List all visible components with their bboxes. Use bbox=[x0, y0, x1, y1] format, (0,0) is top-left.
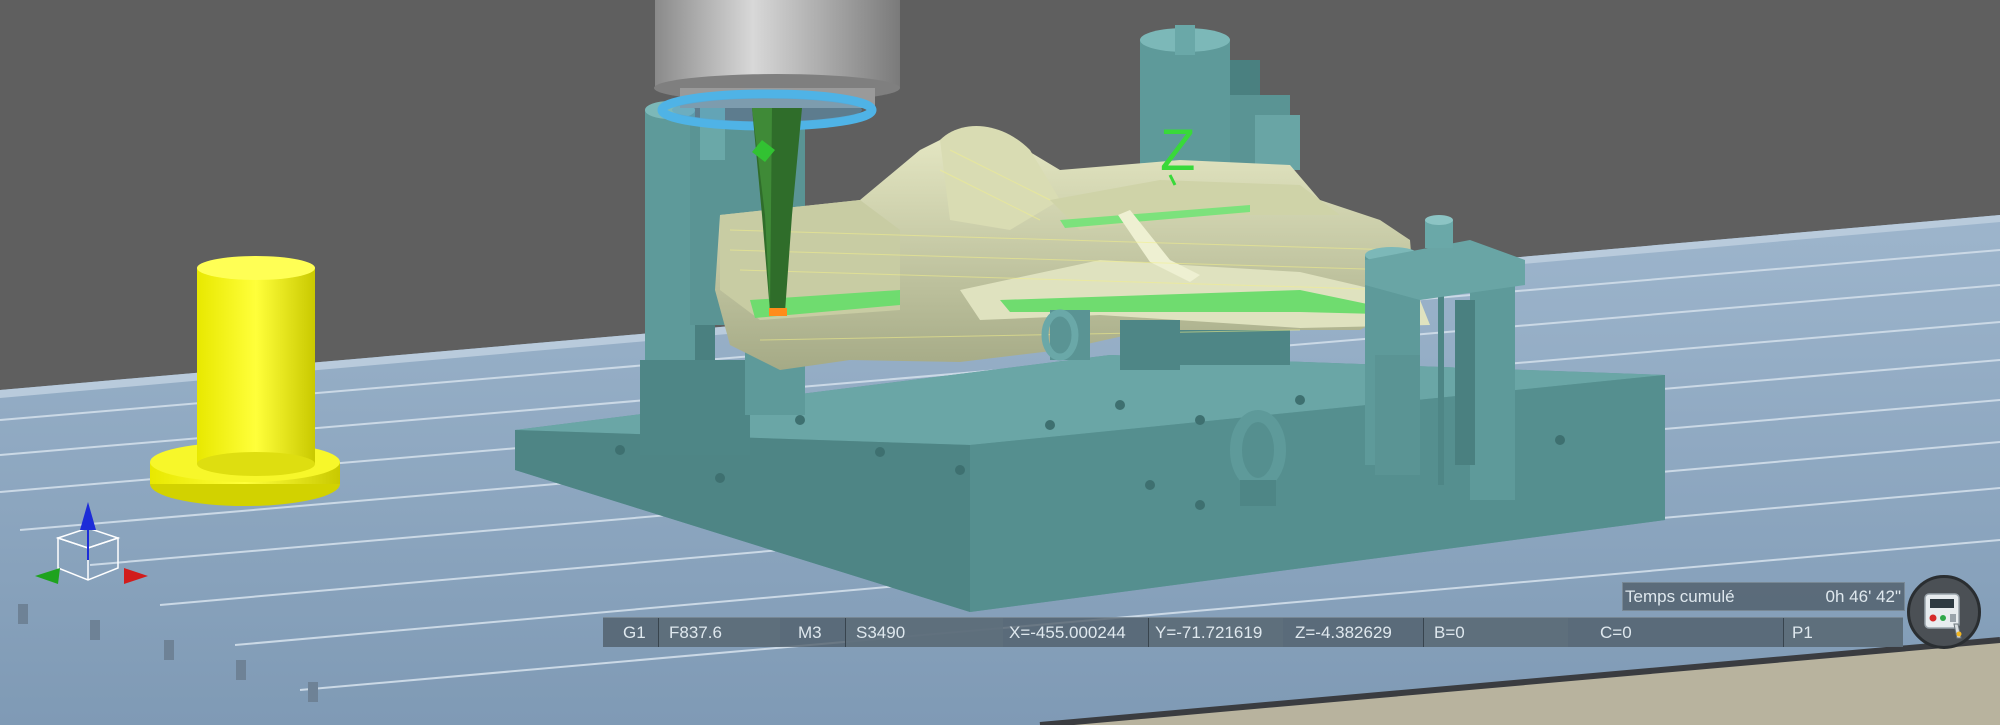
pendant-remote-icon bbox=[1924, 593, 1962, 639]
cnc-status-bar: G1 F837.6 M3 S3490 X=-455.000244 Y=-71.7… bbox=[603, 617, 1903, 647]
x-coordinate-field: X=-455.000244 bbox=[1009, 623, 1126, 642]
g-code-field: G1 bbox=[623, 623, 646, 642]
c-axis-field: C=0 bbox=[1600, 623, 1632, 642]
cumulative-time-value: 0h 46' 42" bbox=[1825, 587, 1901, 606]
spindle-head bbox=[654, 0, 900, 131]
feed-field: F837.6 bbox=[658, 618, 780, 647]
m-code-field: M3 bbox=[798, 623, 822, 642]
z-coordinate-field: Z=-4.382629 bbox=[1295, 623, 1392, 642]
b-axis-field: B=0 bbox=[1423, 618, 1568, 647]
cumulative-time-label: Temps cumulé bbox=[1625, 587, 1735, 606]
z-axis-label: Z bbox=[1160, 118, 1195, 183]
y-coordinate-field: Y=-71.721619 bbox=[1148, 618, 1283, 647]
program-field: P1 bbox=[1783, 618, 1903, 647]
cumulative-time-panel: Temps cumulé 0h 46' 42" bbox=[1622, 582, 1905, 611]
simulation-viewport[interactable]: Z G1 F837.6 M3 S3490 X=-455.000244 Y=-71… bbox=[0, 0, 2000, 725]
pendant-remote-button[interactable] bbox=[1907, 575, 1981, 649]
spindle-speed-field: S3490 bbox=[845, 618, 1003, 647]
